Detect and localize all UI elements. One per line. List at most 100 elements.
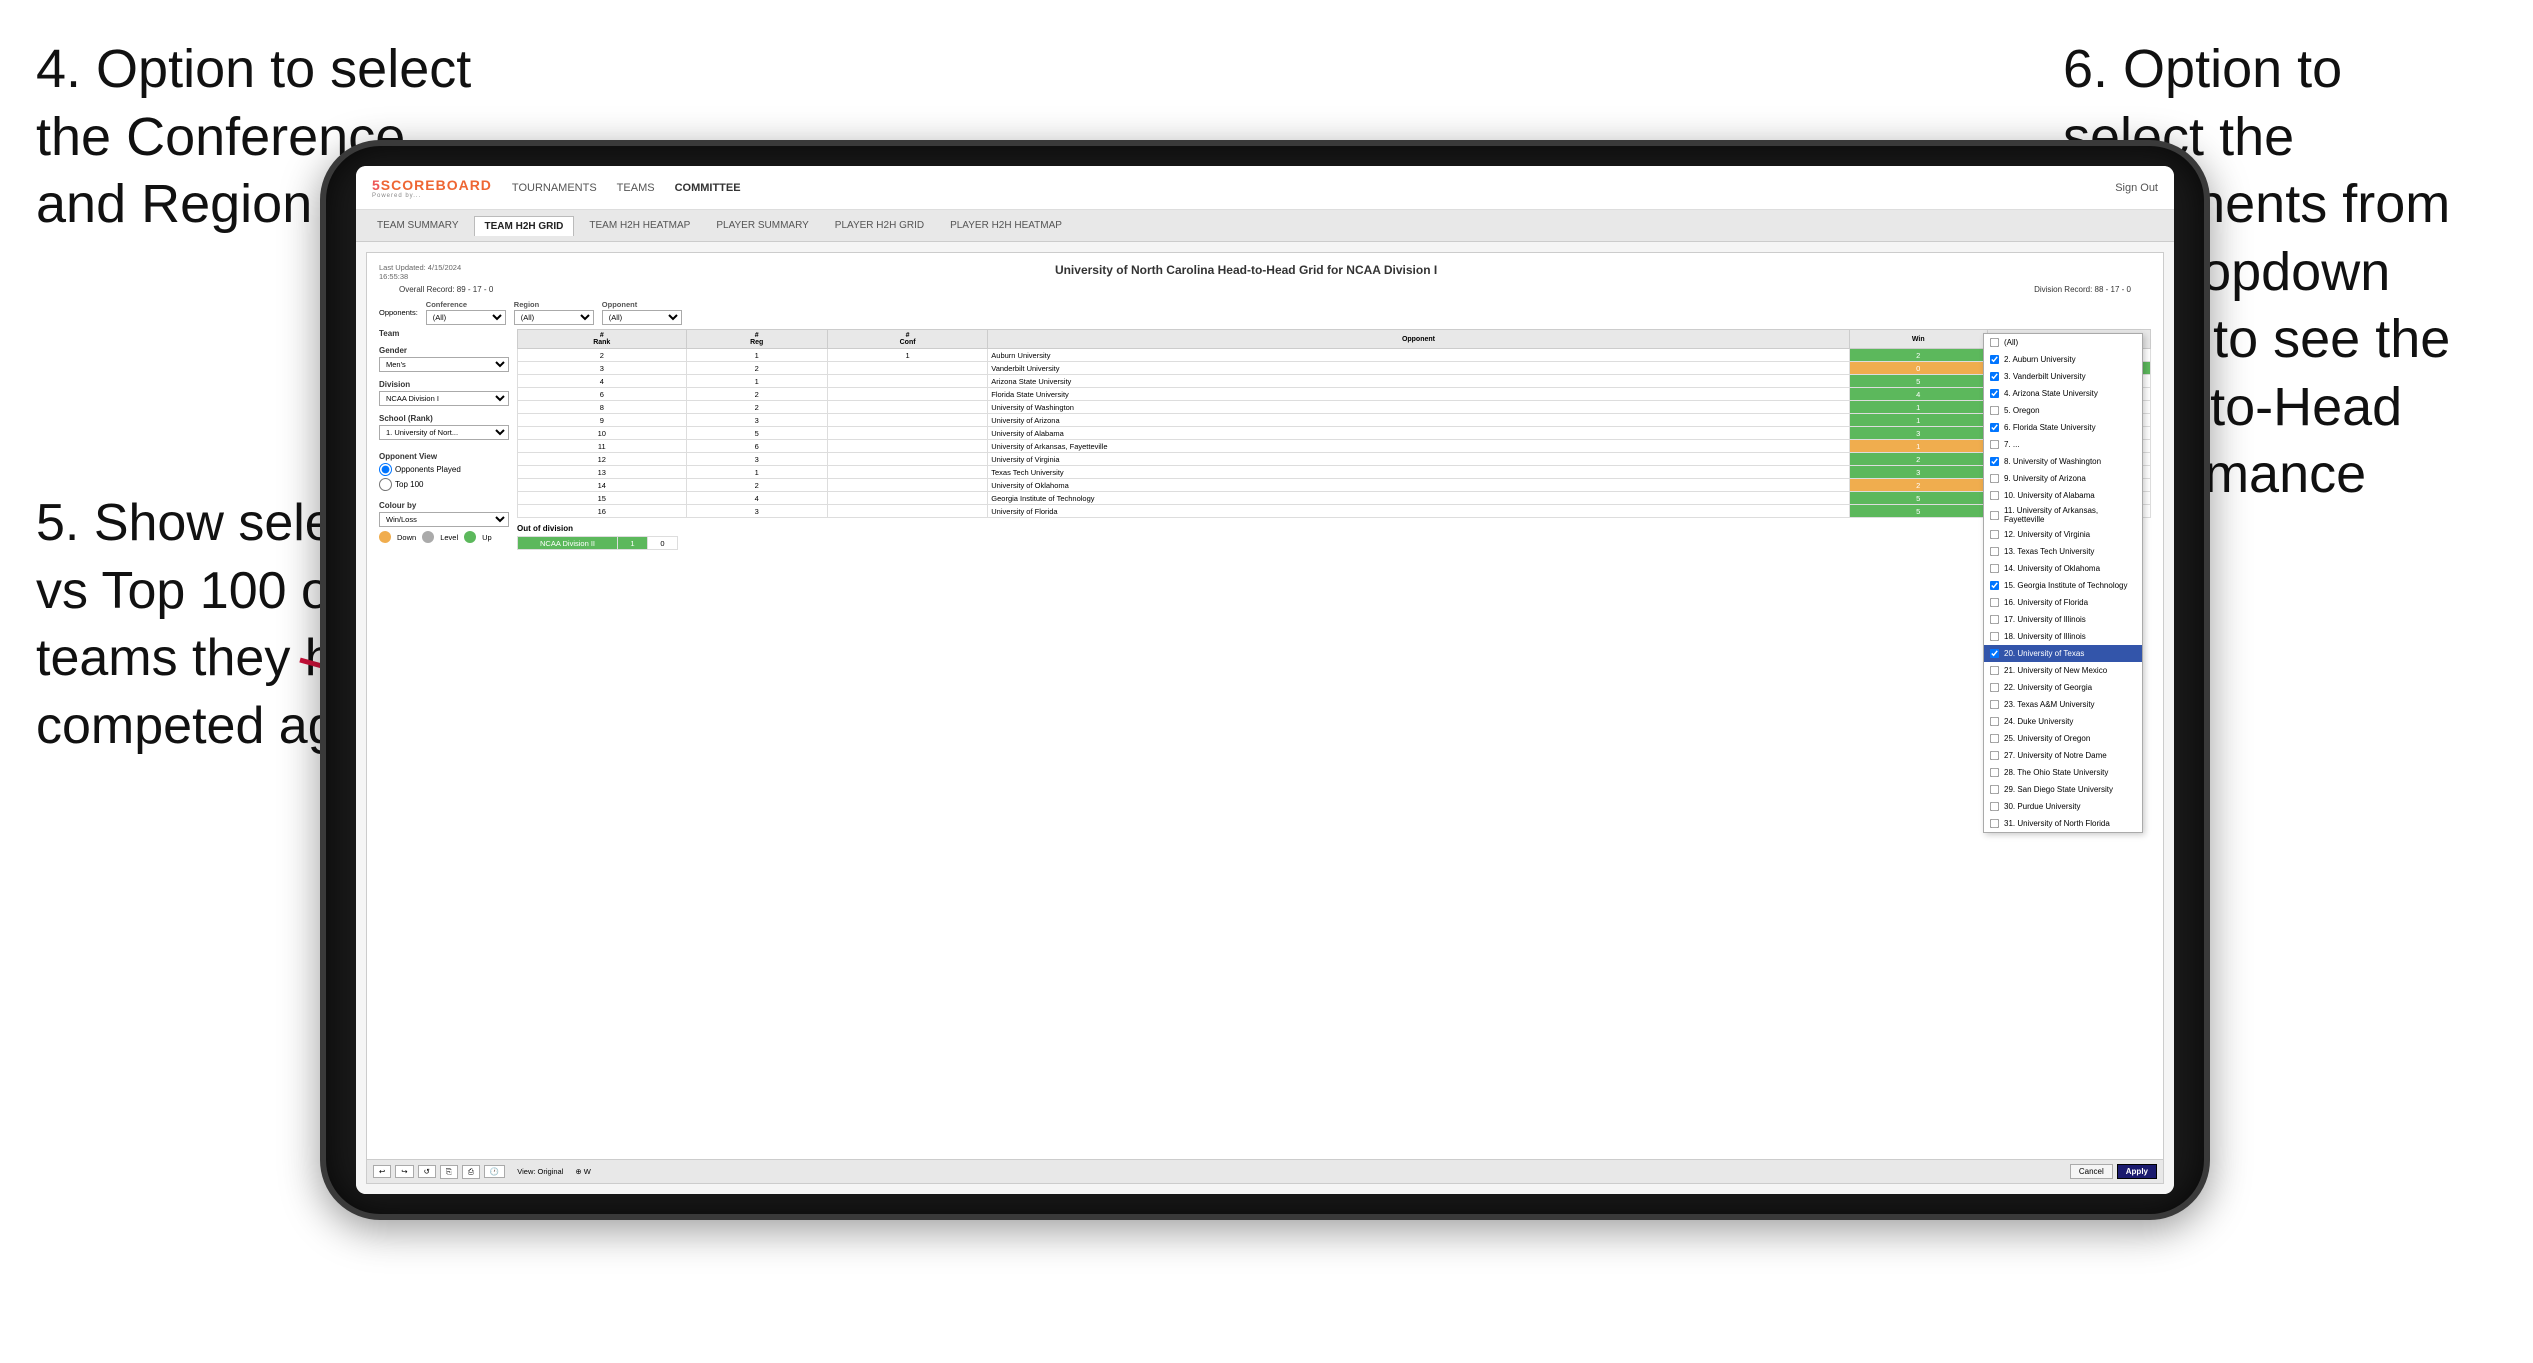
- nav-committee[interactable]: COMMITTEE: [675, 182, 741, 194]
- toolbar-undo[interactable]: ↩: [373, 1165, 391, 1178]
- dropdown-item[interactable]: 7. ...: [1984, 436, 2142, 453]
- conf-cell: [827, 414, 987, 427]
- opponent-cell: Texas Tech University: [988, 466, 1849, 479]
- dropdown-item[interactable]: 8. University of Washington: [1984, 453, 2142, 470]
- nav-teams[interactable]: TEAMS: [617, 182, 655, 194]
- dropdown-item[interactable]: 20. University of Texas: [1984, 645, 2142, 662]
- cancel-button[interactable]: Cancel: [2070, 1164, 2113, 1179]
- dropdown-item[interactable]: 5. Oregon: [1984, 402, 2142, 419]
- win-cell: 5: [1849, 492, 1987, 505]
- sidebar-division: Division NCAA Division I: [379, 380, 509, 406]
- dropdown-item[interactable]: 29. San Diego State University: [1984, 781, 2142, 798]
- toolbar-refresh[interactable]: ↺: [418, 1165, 436, 1178]
- nav-tournaments[interactable]: TOURNAMENTS: [512, 182, 597, 194]
- report-body: Team Gender Men's Division NCAA Division…: [379, 329, 2151, 1179]
- table-row: 14 2 University of Oklahoma 2 2: [518, 479, 2151, 492]
- rank-cell: 15: [518, 492, 687, 505]
- opponent-filter: Opponent (All): [602, 300, 682, 325]
- opponents-played-option[interactable]: Opponents Played: [379, 463, 509, 476]
- dropdown-item[interactable]: (All): [1984, 334, 2142, 351]
- rank-cell: 14: [518, 479, 687, 492]
- app-bar: 5SCOREBOARD Powered by... TOURNAMENTS TE…: [356, 166, 2174, 210]
- dropdown-item[interactable]: 21. University of New Mexico: [1984, 662, 2142, 679]
- top-100-label: Top 100: [395, 480, 423, 489]
- colour-level-dot: [422, 531, 434, 543]
- conf-cell: [827, 427, 987, 440]
- sidebar-team: Team: [379, 329, 509, 338]
- dropdown-item[interactable]: 2. Auburn University: [1984, 351, 2142, 368]
- dropdown-item[interactable]: 17. University of Illinois: [1984, 611, 2142, 628]
- conf-cell: [827, 492, 987, 505]
- dropdown-item[interactable]: 27. University of Notre Dame: [1984, 747, 2142, 764]
- out-div-win: 1: [618, 537, 648, 550]
- dropdown-item[interactable]: 31. University of North Florida: [1984, 815, 2142, 832]
- colour-select[interactable]: Win/Loss: [379, 512, 509, 527]
- subnav-player-h2h-heatmap[interactable]: PLAYER H2H HEATMAP: [939, 215, 1073, 236]
- sidebar-gender: Gender Men's: [379, 346, 509, 372]
- opponent-cell: Auburn University: [988, 349, 1849, 362]
- subnav-player-h2h-grid[interactable]: PLAYER H2H GRID: [824, 215, 935, 236]
- dropdown-item[interactable]: 25. University of Oregon: [1984, 730, 2142, 747]
- colour-down-label: Down: [397, 533, 416, 542]
- dropdown-item[interactable]: 16. University of Florida: [1984, 594, 2142, 611]
- dropdown-item[interactable]: 3. Vanderbilt University: [1984, 368, 2142, 385]
- dropdown-item[interactable]: 13. Texas Tech University: [1984, 543, 2142, 560]
- toolbar-clock[interactable]: 🕐: [484, 1165, 505, 1178]
- conference-select[interactable]: (All): [426, 310, 506, 325]
- dropdown-item[interactable]: 28. The Ohio State University: [1984, 764, 2142, 781]
- filters-row: Opponents: Conference (All) Region (All): [379, 300, 2151, 325]
- table-row: 6 2 Florida State University 4 2: [518, 388, 2151, 401]
- dropdown-item[interactable]: 12. University of Virginia: [1984, 526, 2142, 543]
- h2h-grid-table: #Rank #Reg #Conf Opponent Win Loss 2: [517, 329, 2151, 518]
- win-cell: 1: [1849, 401, 1987, 414]
- rank-cell: 9: [518, 414, 687, 427]
- opponent-select[interactable]: (All): [602, 310, 682, 325]
- school-select[interactable]: 1. University of Nort...: [379, 425, 509, 440]
- toolbar-redo[interactable]: ↪: [395, 1165, 413, 1178]
- nav-signout[interactable]: Sign Out: [2115, 182, 2158, 194]
- school-label: School (Rank): [379, 414, 509, 423]
- dropdown-item[interactable]: 6. Florida State University: [1984, 419, 2142, 436]
- top-100-option[interactable]: Top 100: [379, 478, 509, 491]
- colour-up-label: Up: [482, 533, 492, 542]
- out-of-division-table: NCAA Division II 1 0: [517, 536, 678, 550]
- dropdown-item[interactable]: 10. University of Alabama: [1984, 487, 2142, 504]
- toolbar-paste[interactable]: ⎙: [462, 1165, 480, 1179]
- subnav-team-summary[interactable]: TEAM SUMMARY: [366, 215, 470, 236]
- toolbar-zoom: ⊕ W: [575, 1167, 590, 1176]
- dropdown-item[interactable]: 9. University of Arizona: [1984, 470, 2142, 487]
- table-row: 10 5 University of Alabama 3 0: [518, 427, 2151, 440]
- subnav-player-summary[interactable]: PLAYER SUMMARY: [705, 215, 819, 236]
- rank-cell: 11: [518, 440, 687, 453]
- apply-button[interactable]: Apply: [2117, 1164, 2157, 1179]
- opponents-played-radio[interactable]: [379, 463, 392, 476]
- toolbar-view-label: View: Original: [517, 1167, 563, 1176]
- opponent-cell: Arizona State University: [988, 375, 1849, 388]
- gender-select[interactable]: Men's: [379, 357, 509, 372]
- dropdown-item[interactable]: 30. Purdue University: [1984, 798, 2142, 815]
- logo-sub: Powered by...: [372, 193, 492, 199]
- colour-up-dot: [464, 531, 476, 543]
- opponent-label: Opponent: [602, 300, 682, 309]
- dropdown-item[interactable]: 4. Arizona State University: [1984, 385, 2142, 402]
- dropdown-item[interactable]: 11. University of Arkansas, Fayetteville: [1984, 504, 2142, 526]
- conf-cell: [827, 505, 987, 518]
- colour-down-dot: [379, 531, 391, 543]
- dropdown-item[interactable]: 18. University of Illinois: [1984, 628, 2142, 645]
- conf-cell: [827, 440, 987, 453]
- table-row: 12 3 University of Virginia 2 0: [518, 453, 2151, 466]
- division-select[interactable]: NCAA Division I: [379, 391, 509, 406]
- dropdown-item[interactable]: 14. University of Oklahoma: [1984, 560, 2142, 577]
- top-100-radio[interactable]: [379, 478, 392, 491]
- subnav-team-h2h-grid[interactable]: TEAM H2H GRID: [474, 216, 575, 236]
- dropdown-item[interactable]: 22. University of Georgia: [1984, 679, 2142, 696]
- toolbar-copy[interactable]: ⎘: [440, 1165, 458, 1179]
- dropdown-item[interactable]: 15. Georgia Institute of Technology: [1984, 577, 2142, 594]
- region-select[interactable]: (All): [514, 310, 594, 325]
- table-row: 16 3 University of Florida 5 1: [518, 505, 2151, 518]
- opponent-dropdown[interactable]: (All)2. Auburn University3. Vanderbilt U…: [1983, 333, 2143, 833]
- opponents-filter-label: Opponents:: [379, 308, 418, 317]
- dropdown-item[interactable]: 24. Duke University: [1984, 713, 2142, 730]
- subnav-team-h2h-heatmap[interactable]: TEAM H2H HEATMAP: [578, 215, 701, 236]
- dropdown-item[interactable]: 23. Texas A&M University: [1984, 696, 2142, 713]
